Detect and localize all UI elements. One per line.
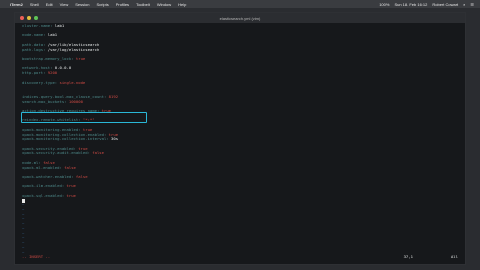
menu-status-area: 100% Sun 18. Feb 16:12 Robert Cowart ⌕ ☰ (379, 2, 480, 7)
user-name[interactable]: Robert Cowart (432, 2, 458, 7)
menu-view[interactable]: View (60, 2, 69, 7)
menu-toolbelt[interactable]: Toolbelt (136, 2, 150, 7)
macos-menu-bar: iTerm2 Shell Edit View Session Scripts P… (0, 0, 480, 8)
cursor-position: 37,1 (403, 254, 413, 259)
terminal-window: elasticsearch.yml (vim) cluster.name: la… (14, 12, 466, 265)
config-value: 9200 (47, 70, 58, 76)
config-value: single-node (59, 79, 86, 85)
config-value: /var/log/elasticsearch (47, 46, 100, 52)
highlight-box (21, 112, 147, 123)
config-value: 100000 (68, 98, 83, 104)
config-value: true (66, 192, 76, 198)
menu-help[interactable]: Help (178, 2, 186, 7)
vim-status-line: -- INSERT -- 37,1 All (22, 254, 458, 259)
window-titlebar[interactable]: elasticsearch.yml (vim) (15, 13, 465, 23)
search-icon[interactable]: ⌕ (463, 2, 465, 7)
clock[interactable]: Sun 18. Feb 16:12 (394, 2, 427, 7)
menu-window[interactable]: Window (157, 2, 171, 7)
config-key: search.max_buckets: (22, 98, 67, 104)
menu-scripts[interactable]: Scripts (96, 2, 108, 7)
config-key: xpack.ml.enabled: (22, 164, 62, 170)
config-value: false (64, 164, 76, 170)
config-value: 0.0.0.0 (54, 65, 72, 71)
config-key: xpack.security.audit.enabled: (22, 150, 90, 156)
config-key: node.name: (22, 32, 46, 38)
config-value: 30s (111, 136, 119, 142)
config-key: xpack.ilm.enabled: (22, 183, 65, 189)
config-key: discovery.type: (22, 79, 58, 85)
config-value: lab1 (54, 23, 65, 28)
config-value: true (75, 56, 86, 62)
config-value: 8192 (108, 93, 119, 99)
config-key: xpack.monitoring.collection.interval: (22, 136, 109, 142)
editor-lines: cluster.name: lab1 node.name: lab1 path.da… (22, 23, 465, 255)
mode-indicator: -- INSERT -- (22, 254, 51, 259)
config-value: false (92, 150, 104, 156)
config-key: http.port: (22, 70, 46, 76)
config-value: true (66, 183, 76, 189)
menu-edit[interactable]: Edit (46, 2, 53, 7)
menu-list-icon[interactable]: ☰ (470, 2, 474, 7)
window-title: elasticsearch.yml (vim) (219, 15, 261, 21)
menu-app-name[interactable]: iTerm2 (10, 2, 23, 7)
config-key: bootstrap.memory_lock: (22, 56, 74, 62)
vim-editor[interactable]: cluster.name: lab1 node.name: lab1 path.da… (15, 23, 465, 255)
config-key: path.logs: (22, 46, 46, 52)
config-key: cluster.name: (22, 23, 53, 28)
config-key: xpack.sql.enabled: (22, 192, 65, 198)
menu-shell[interactable]: Shell (30, 2, 39, 7)
menu-session[interactable]: Session (75, 2, 89, 7)
menu-profiles[interactable]: Profiles (116, 2, 129, 7)
battery-status[interactable]: 100% (379, 2, 389, 7)
scroll-indicator: All (450, 254, 458, 259)
config-key: xpack.watcher.enabled: (22, 174, 74, 179)
config-value: lab1 (47, 32, 58, 38)
config-value: false (75, 174, 88, 179)
